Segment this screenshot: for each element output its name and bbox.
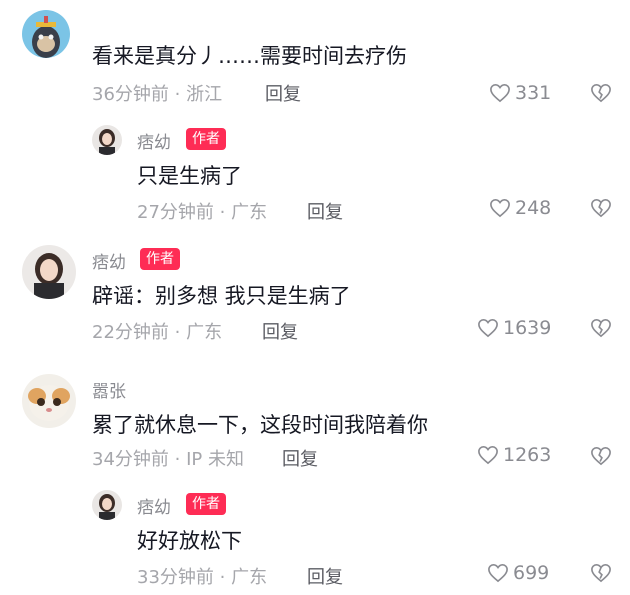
dislike-button[interactable]	[590, 198, 612, 218]
author-badge: 作者	[186, 128, 226, 150]
dislike-button[interactable]	[590, 318, 612, 338]
heart-icon	[490, 83, 510, 103]
like-count: 331	[515, 82, 552, 104]
dislike-button[interactable]	[590, 563, 612, 583]
author-badge: 作者	[186, 493, 226, 515]
broken-heart-icon	[591, 563, 611, 583]
comment-text: 辟谣：别多想 我只是生病了	[92, 284, 351, 308]
like-count: 1263	[503, 444, 552, 466]
comment-text: 好好放松下	[137, 529, 242, 553]
reply-button[interactable]: 回复	[265, 80, 301, 106]
comment-meta: 33分钟前 · 广东	[137, 567, 268, 588]
dislike-button[interactable]	[590, 83, 612, 103]
broken-heart-icon	[591, 198, 611, 218]
like-button[interactable]: 248	[489, 195, 551, 221]
reply-button[interactable]: 回复	[262, 318, 298, 344]
like-button[interactable]: 1639	[477, 315, 551, 341]
reply-button[interactable]: 回复	[282, 445, 318, 471]
broken-heart-icon	[591, 83, 611, 103]
comment-meta: 22分钟前 · 广东	[92, 322, 223, 343]
broken-heart-icon	[591, 318, 611, 338]
like-button[interactable]: 1263	[477, 442, 551, 468]
heart-icon	[478, 318, 498, 338]
commenter-name[interactable]: 痞幼	[92, 248, 126, 273]
comment-meta: 36分钟前 · 浙江	[92, 84, 223, 105]
comment-meta: 27分钟前 · 广东	[137, 202, 268, 223]
commenter-name[interactable]: 嚣张	[92, 377, 126, 402]
heart-icon	[478, 445, 498, 465]
like-count: 248	[515, 197, 552, 219]
reply-button[interactable]: 回复	[307, 563, 343, 589]
reply-button[interactable]: 回复	[307, 198, 343, 224]
comment-text: 累了就休息一下，这段时间我陪着你	[92, 413, 428, 437]
like-count: 1639	[503, 317, 552, 339]
like-button[interactable]: 331	[489, 80, 551, 106]
author-avatar[interactable]	[22, 245, 76, 299]
like-count: 699	[513, 562, 550, 584]
comment-text: 看来是真分丿……需要时间去疗伤	[92, 44, 407, 68]
author-avatar[interactable]	[92, 125, 122, 155]
author-avatar[interactable]	[92, 490, 122, 520]
commenter-name[interactable]: 痞幼	[137, 128, 171, 153]
cat-avatar[interactable]	[22, 374, 76, 428]
author-badge: 作者	[140, 248, 180, 270]
dislike-button[interactable]	[590, 446, 612, 466]
comment-meta: 34分钟前 · IP 未知	[92, 449, 244, 470]
heart-icon	[488, 563, 508, 583]
heart-icon	[490, 198, 510, 218]
ape-avatar[interactable]	[22, 10, 70, 58]
commenter-name[interactable]: 痞幼	[137, 493, 171, 518]
broken-heart-icon	[591, 446, 611, 466]
like-button[interactable]: 699	[487, 560, 549, 586]
comment-text: 只是生病了	[137, 164, 242, 188]
